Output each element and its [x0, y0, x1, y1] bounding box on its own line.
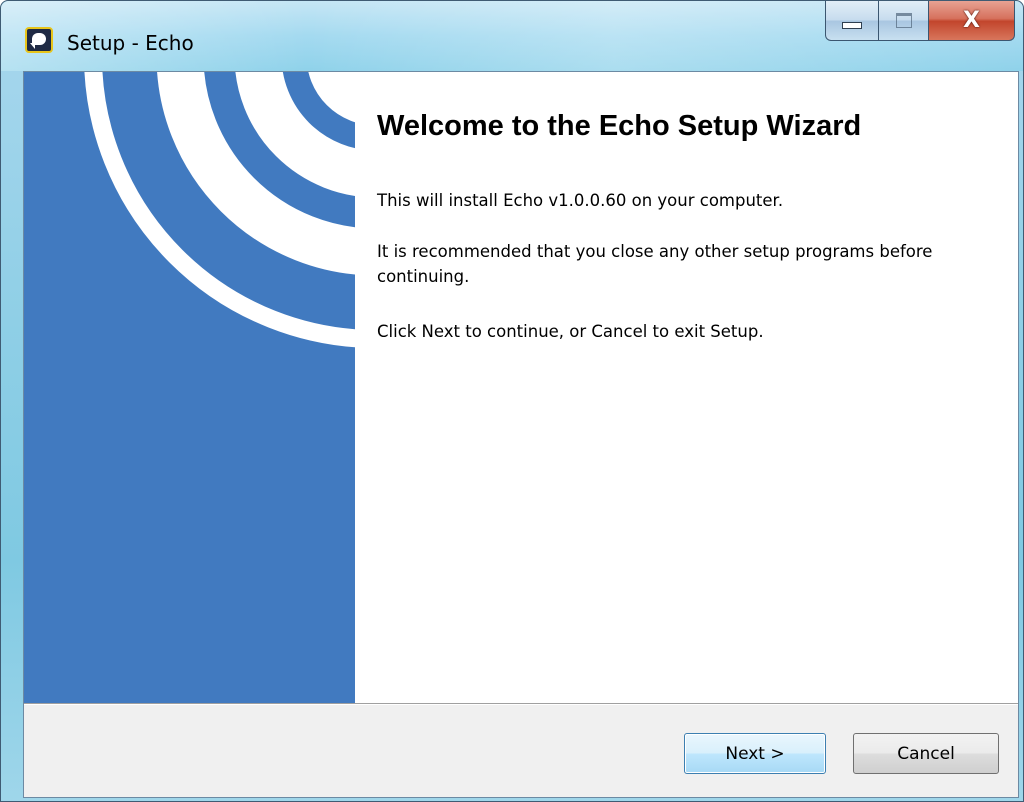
close-programs-text: It is recommended that you close any oth… [377, 242, 933, 286]
button-area-divider [24, 703, 1018, 705]
concentric-arcs-graphic [84, 72, 355, 348]
welcome-heading: Welcome to the Echo Setup Wizard [377, 110, 862, 142]
maximize-icon [895, 13, 912, 28]
echo-app-icon[interactable] [25, 27, 53, 53]
wizard-client-area: Welcome to the Echo Setup Wizard This wi… [23, 71, 1019, 798]
setup-window: Setup - Echo X Welcome to the Echo Setup… [0, 0, 1024, 802]
arc-ring-center [308, 72, 355, 123]
continue-instructions-text: Click Next to continue, or Cancel to exi… [377, 322, 764, 341]
caption-buttons: X [825, 1, 1015, 43]
next-button[interactable]: Next > [684, 733, 826, 774]
install-info-text: This will install Echo v1.0.0.60 on your… [377, 191, 784, 210]
close-button[interactable]: X [929, 1, 1015, 41]
cancel-button[interactable]: Cancel [853, 733, 999, 774]
window-title: Setup - Echo [67, 31, 194, 55]
minimize-icon [842, 22, 862, 29]
welcome-pane: Welcome to the Echo Setup Wizard This wi… [355, 72, 1018, 703]
wizard-side-image [24, 72, 355, 703]
maximize-button [879, 1, 929, 41]
minimize-button[interactable] [825, 1, 879, 41]
close-icon: X [963, 7, 980, 33]
title-bar[interactable]: Setup - Echo X [1, 1, 1023, 71]
